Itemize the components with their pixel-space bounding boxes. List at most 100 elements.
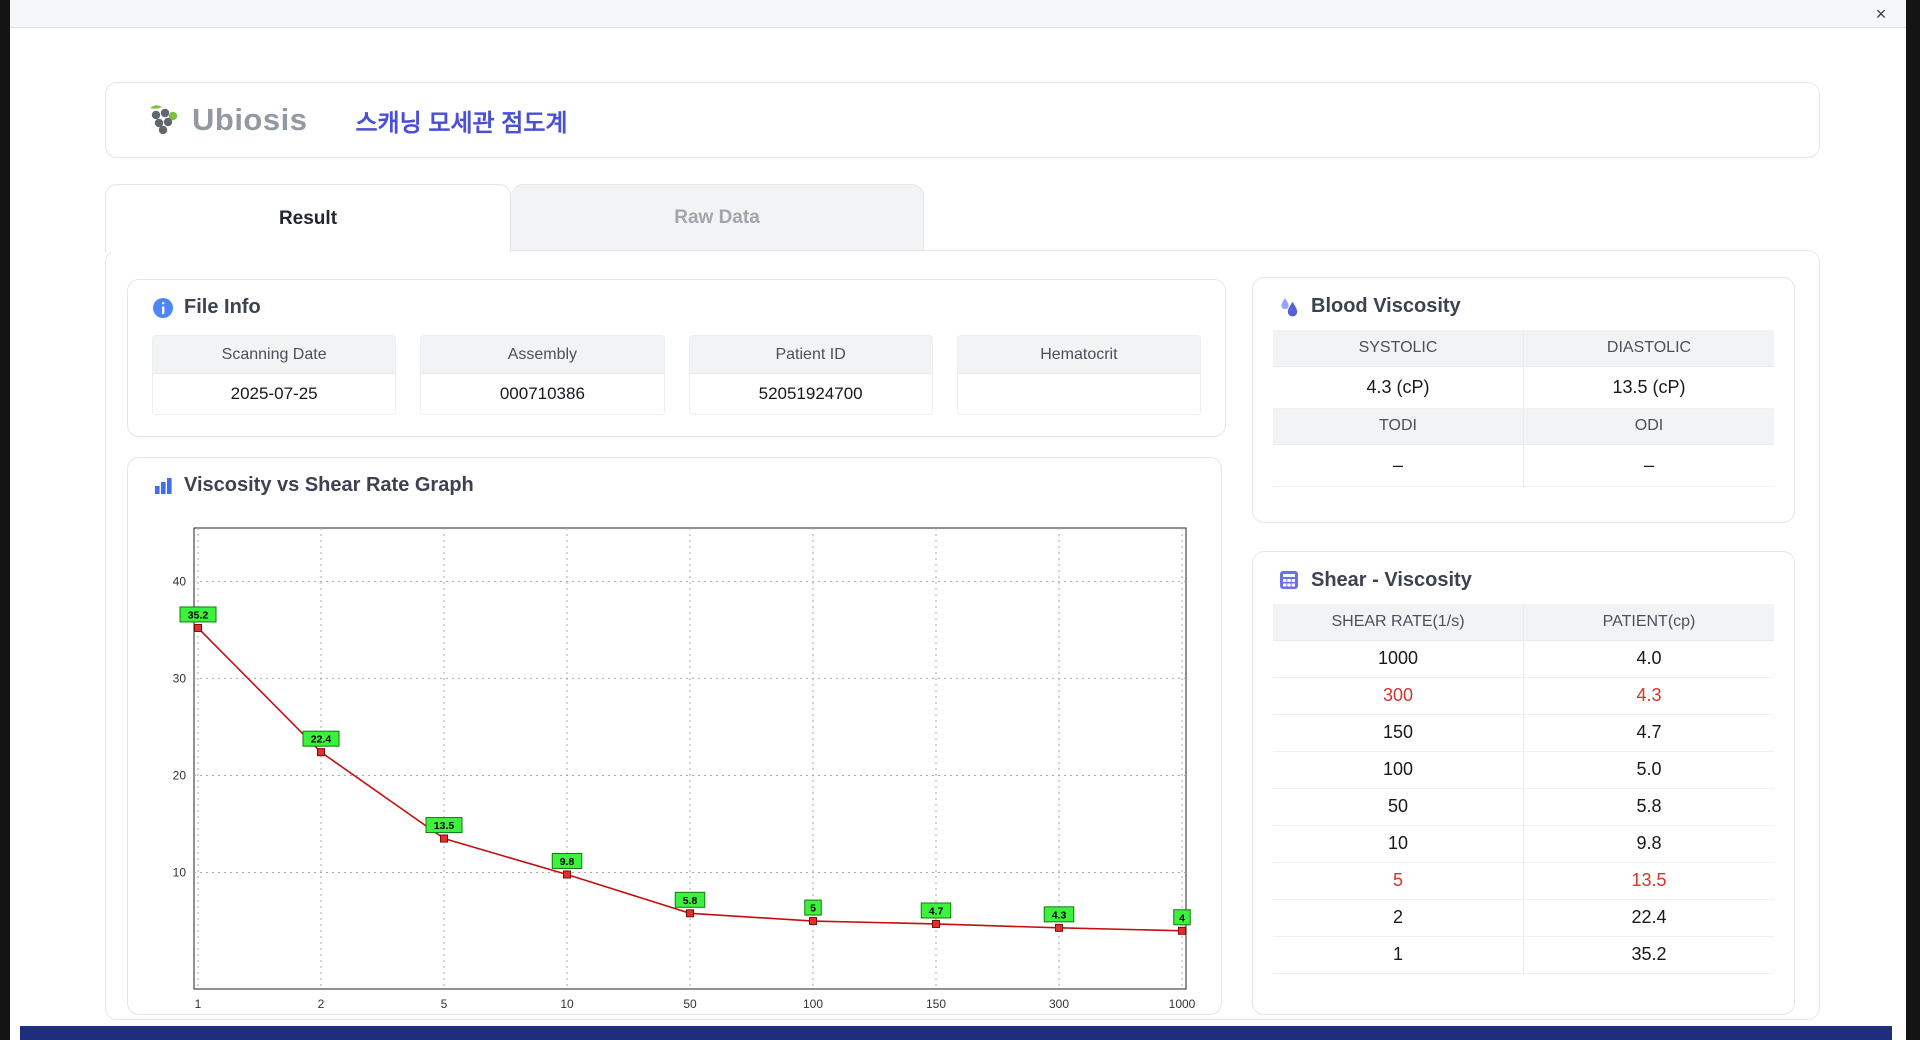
systolic-header: SYSTOLIC [1273,330,1524,367]
shear-viscosity-header: Shear - Viscosity [1253,552,1794,600]
field-value: 2025-07-25 [153,374,396,414]
todi-value: – [1273,444,1524,487]
result-panel: File Info Scanning Date 2025-07-25 Assem… [105,250,1820,1020]
svg-text:30: 30 [173,671,187,685]
table-row: 100 5.0 [1273,751,1774,789]
svg-text:10: 10 [173,866,187,880]
screen: × Ubiosis 스캐닝 모세관 점도계 Result Raw Data Fi… [0,0,1920,1040]
ubiosis-logo-icon [144,102,184,138]
odi-value: – [1523,444,1774,487]
field-label: Assembly [421,336,664,374]
patient-cell: 9.8 [1523,825,1774,863]
droplet-icon [1277,294,1301,318]
viscosity-chart-svg: 1 2 5 10 50 100 150 300 1000 10 20 30 40 35.2 22.4 13.5… [173,527,1196,1011]
svg-text:40: 40 [173,574,187,588]
field-value [957,374,1200,414]
svg-text:35.2: 35.2 [188,609,209,621]
table-header-row: SHEAR RATE(1/s) PATIENT(cp) [1273,604,1774,641]
table-row: 50 5.8 [1273,788,1774,826]
title-bar: × [10,0,1906,28]
blood-viscosity-title: Blood Viscosity [1311,294,1461,317]
shear-viscosity-title: Shear - Viscosity [1311,568,1472,591]
diastolic-header: DIASTOLIC [1523,330,1774,367]
tab-bar: Result Raw Data [105,184,924,252]
svg-text:22.4: 22.4 [311,734,332,746]
svg-text:1000: 1000 [1169,997,1196,1011]
svg-text:9.8: 9.8 [560,856,575,868]
field-patient-id: Patient ID 52051924700 [688,335,933,415]
shear-rate-cell: 5 [1273,862,1524,900]
field-value: 52051924700 [689,374,932,414]
svg-text:100: 100 [803,997,823,1011]
patient-cell: 35.2 [1523,936,1774,974]
svg-text:4.7: 4.7 [929,905,944,917]
brand-name: Ubiosis [192,102,308,137]
blood-viscosity-card: Blood Viscosity SYSTOLIC DIASTOLIC 4.3 (… [1252,277,1795,523]
patient-cell: 4.7 [1523,714,1774,752]
desktop-edge-right [1906,0,1920,1040]
header-card: Ubiosis 스캐닝 모세관 점도계 [105,82,1820,158]
viscosity-chart: 1 2 5 10 50 100 150 300 1000 10 20 30 40 35.2 22.4 13.5… [153,520,1198,1011]
svg-text:2: 2 [318,997,325,1011]
file-info-fields: Scanning Date 2025-07-25 Assembly 000710… [152,335,1201,415]
field-label: Hematocrit [957,336,1200,374]
tab-raw-data[interactable]: Raw Data [511,184,924,251]
systolic-value: 4.3 (cP) [1273,366,1524,409]
table-row: 1000 4.0 [1273,640,1774,678]
table-row: – – [1273,444,1774,487]
table-row: 150 4.7 [1273,714,1774,752]
table-row: 10 9.8 [1273,825,1774,863]
shear-rate-cell: 300 [1273,677,1524,715]
file-info-title: File Info [184,296,261,318]
table-row: 4.3 (cP) 13.5 (cP) [1273,366,1774,409]
shear-rate-cell: 1 [1273,936,1524,974]
close-icon[interactable]: × [1870,3,1892,25]
patient-cell: 4.0 [1523,640,1774,678]
svg-text:1: 1 [195,997,202,1011]
svg-text:50: 50 [683,997,697,1011]
info-icon [152,297,174,319]
field-assembly: Assembly 000710386 [420,335,665,415]
field-label: Patient ID [689,336,932,374]
patient-cell: 5.8 [1523,788,1774,826]
blood-viscosity-table: SYSTOLIC DIASTOLIC 4.3 (cP) 13.5 (cP) TO… [1273,330,1774,487]
shear-rate-cell: 150 [1273,714,1524,752]
page: Ubiosis 스캐닝 모세관 점도계 Result Raw Data File… [10,28,1906,1026]
graph-header: Viscosity vs Shear Rate Graph [128,458,1221,505]
brand: Ubiosis [144,102,307,138]
svg-text:20: 20 [173,768,187,782]
graph-title: Viscosity vs Shear Rate Graph [184,474,474,496]
bar-chart-icon [152,475,174,497]
shear-rate-cell: 50 [1273,788,1524,826]
tab-result[interactable]: Result [105,184,511,252]
file-info-card: File Info Scanning Date 2025-07-25 Assem… [127,279,1226,437]
shear-viscosity-card: Shear - Viscosity SHEAR RATE(1/s) PATIEN… [1252,551,1795,1015]
shear-rate-cell: 1000 [1273,640,1524,678]
app-window: × Ubiosis 스캐닝 모세관 점도계 Result Raw Data Fi… [10,0,1906,1040]
patient-cell: 13.5 [1523,862,1774,900]
field-value: 000710386 [421,374,664,414]
patient-header: PATIENT(cp) [1523,604,1774,641]
bottom-status-bar [20,1026,1892,1040]
table-row: 5 13.5 [1273,862,1774,900]
blood-viscosity-header: Blood Viscosity [1253,278,1794,326]
shear-rate-cell: 10 [1273,825,1524,863]
field-label: Scanning Date [153,336,396,374]
svg-text:5.8: 5.8 [683,895,698,907]
svg-text:5: 5 [810,903,816,915]
shear-rate-header: SHEAR RATE(1/s) [1273,604,1524,641]
table-header-row: SYSTOLIC DIASTOLIC [1273,330,1774,367]
field-scanning-date: Scanning Date 2025-07-25 [152,335,397,415]
odi-header: ODI [1523,408,1774,445]
svg-text:150: 150 [926,997,946,1011]
table-grid-icon [1277,568,1301,592]
file-info-header: File Info [128,280,1225,327]
graph-card: Viscosity vs Shear Rate Graph 1 2 5 10 50 100… [127,457,1222,1015]
todi-header: TODI [1273,408,1524,445]
table-row: 300 4.3 [1273,677,1774,715]
svg-text:10: 10 [560,997,574,1011]
diastolic-value: 13.5 (cP) [1523,366,1774,409]
patient-cell: 4.3 [1523,677,1774,715]
patient-cell: 22.4 [1523,899,1774,937]
svg-text:13.5: 13.5 [434,820,455,832]
